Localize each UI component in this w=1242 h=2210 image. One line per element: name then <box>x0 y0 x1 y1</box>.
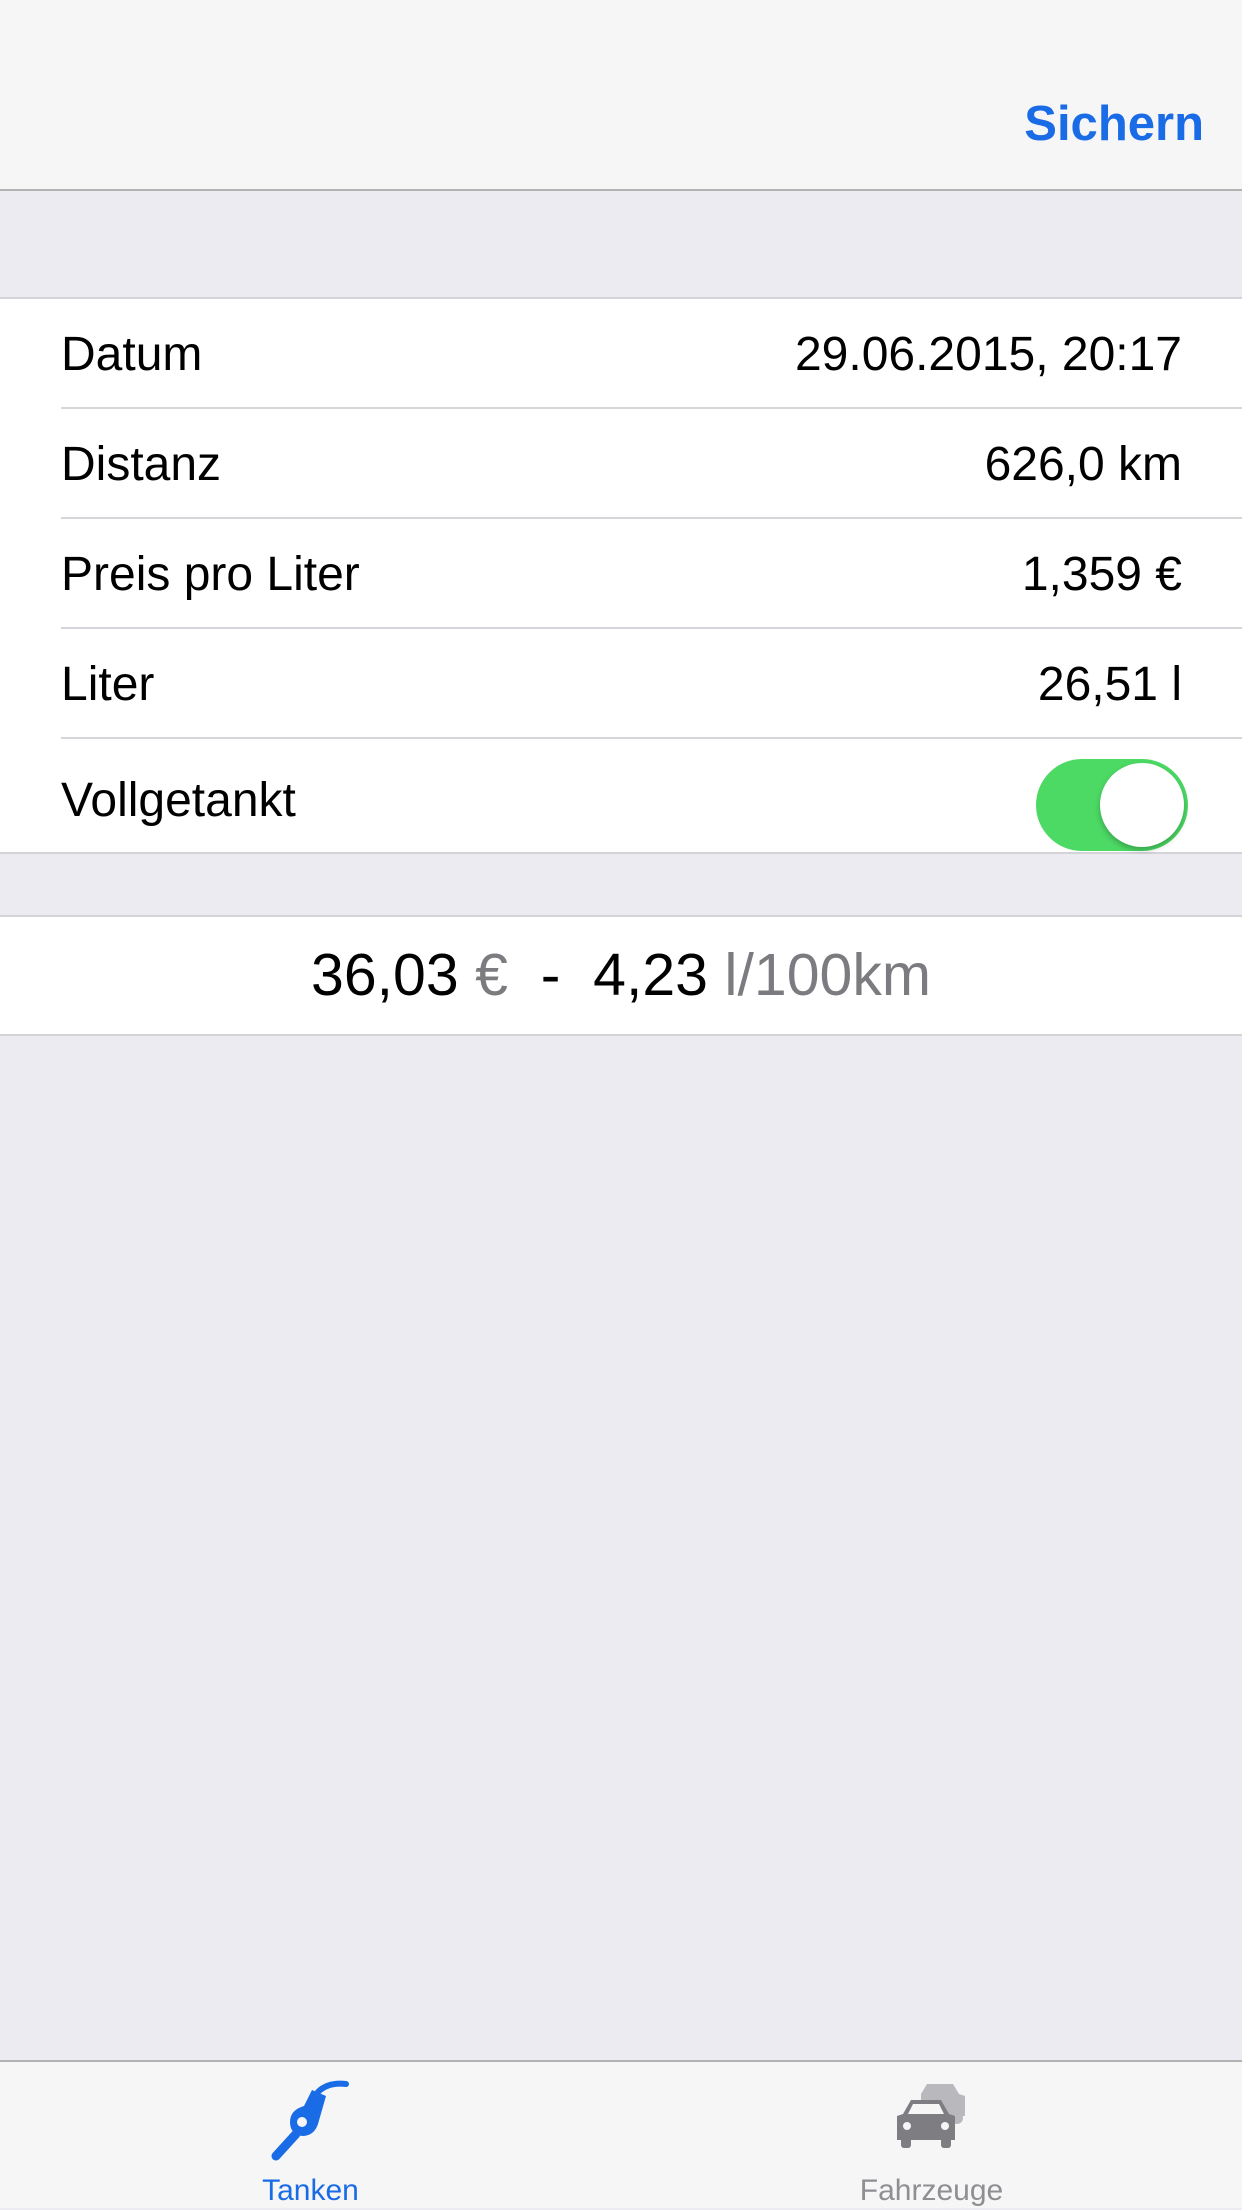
tab-tanken[interactable]: Tanken <box>0 2062 621 2210</box>
distance-label: Distanz <box>61 438 222 491</box>
tab-tanken-label: Tanken <box>262 2174 359 2207</box>
liters-row[interactable]: Liter 26,51 l <box>0 629 1242 739</box>
distance-value[interactable]: 626,0 km <box>985 437 1182 492</box>
full-tank-toggle[interactable] <box>1036 759 1188 851</box>
cars-icon <box>887 2080 977 2169</box>
liters-label: Liter <box>61 658 155 711</box>
summary-separator: - <box>540 942 561 1008</box>
consumption-unit: l/100km <box>724 942 931 1008</box>
refuel-form: Datum 29.06.2015, 20:17 Distanz 626,0 km… <box>0 297 1242 854</box>
full-tank-row: Vollgetankt <box>0 739 1242 854</box>
cost-currency: € <box>475 942 508 1008</box>
distance-row[interactable]: Distanz 626,0 km <box>0 409 1242 519</box>
date-value[interactable]: 29.06.2015, 20:17 <box>795 327 1182 382</box>
full-tank-label: Vollgetankt <box>61 774 296 827</box>
date-row[interactable]: Datum 29.06.2015, 20:17 <box>0 299 1242 409</box>
price-per-liter-row[interactable]: Preis pro Liter 1,359 € <box>0 519 1242 629</box>
date-label: Datum <box>61 328 203 381</box>
save-button[interactable]: Sichern <box>1024 96 1204 152</box>
tab-bar: Tanken Fahrzeuge <box>0 2060 1242 2208</box>
cost-value: 36,03 <box>311 942 459 1008</box>
consumption-value: 4,23 <box>593 942 708 1008</box>
price-per-liter-label: Preis pro Liter <box>61 548 360 601</box>
summary-bar: 36,03 € - 4,23 l/100km <box>0 915 1242 1036</box>
price-per-liter-value[interactable]: 1,359 € <box>1022 547 1182 602</box>
liters-value[interactable]: 26,51 l <box>1038 657 1182 712</box>
navigation-bar: Sichern <box>0 0 1242 191</box>
fuel-nozzle-icon <box>266 2080 356 2169</box>
toggle-knob <box>1100 763 1184 847</box>
tab-fahrzeuge-label: Fahrzeuge <box>859 2174 1004 2207</box>
tab-fahrzeuge[interactable]: Fahrzeuge <box>621 2062 1242 2210</box>
